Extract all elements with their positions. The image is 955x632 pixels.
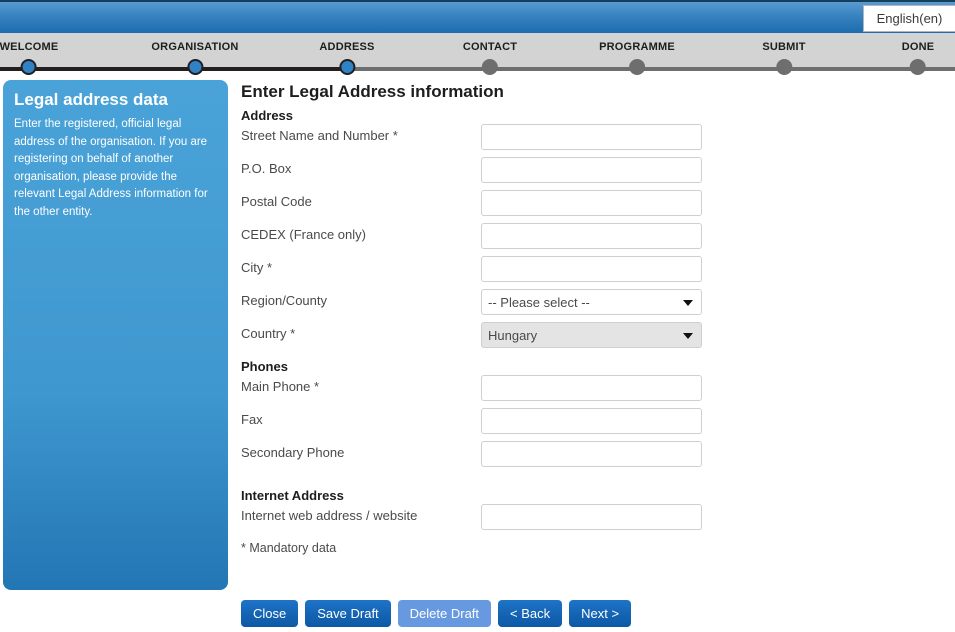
input-secondary-phone[interactable] [481, 441, 702, 467]
section-heading-address: Address [241, 108, 294, 123]
input-website[interactable] [481, 504, 702, 530]
progress-step-dot [21, 59, 37, 75]
field-row-region: Region/County -- Please select -- [241, 289, 941, 322]
progress-step-label: WELCOME [0, 41, 59, 53]
label-website: Internet web address / website [241, 508, 418, 523]
label-cedex: CEDEX (France only) [241, 227, 366, 242]
input-main-phone[interactable] [481, 375, 702, 401]
input-street[interactable] [481, 124, 702, 150]
progress-step-label: ADDRESS [319, 41, 375, 53]
progress-step-dot [481, 59, 498, 75]
input-fax[interactable] [481, 408, 702, 434]
progress-step-dot [339, 59, 355, 75]
delete-draft-button[interactable]: Delete Draft [397, 600, 492, 627]
field-row-fax: Fax [241, 408, 941, 441]
label-street: Street Name and Number * [241, 128, 398, 143]
progress-step-organisation[interactable]: ORGANISATION [151, 33, 239, 75]
field-row-country: Country * Hungary [241, 322, 941, 355]
field-row-website: Internet web address / website [241, 504, 941, 537]
next-button[interactable]: Next > [569, 600, 632, 627]
input-city[interactable] [481, 256, 702, 282]
info-panel-title: Legal address data [14, 90, 169, 109]
progress-step-dot [776, 59, 792, 75]
field-row-main-phone: Main Phone * [241, 375, 941, 408]
field-row-secondary-phone: Secondary Phone [241, 441, 941, 474]
label-secondary-phone: Secondary Phone [241, 445, 345, 460]
section-heading-internet: Internet Address [241, 488, 344, 503]
select-region-value: -- Please select -- [488, 294, 590, 310]
progress-step-submit[interactable]: SUBMIT [762, 33, 806, 75]
form-action-buttons: Close Save Draft Delete Draft < Back Nex… [241, 600, 632, 627]
progress-step-address[interactable]: ADDRESS [319, 33, 375, 75]
info-panel-description: Enter the registered, official legal add… [14, 118, 208, 218]
chevron-down-icon [683, 300, 693, 306]
legal-address-form: Enter Legal Address information Address … [241, 82, 941, 555]
save-draft-button[interactable]: Save Draft [305, 600, 391, 627]
language-selector-label: English(en) [876, 11, 943, 26]
progress-step-label: SUBMIT [762, 41, 806, 53]
progress-step-done[interactable]: DONE [901, 33, 935, 75]
progress-step-dot [186, 59, 203, 75]
label-postal-code: Postal Code [241, 194, 312, 209]
field-row-cedex: CEDEX (France only) [241, 223, 941, 256]
close-button[interactable]: Close [241, 600, 299, 627]
progress-step-label: DONE [901, 41, 935, 53]
field-row-postal-code: Postal Code [241, 190, 941, 223]
progress-step-contact[interactable]: CONTACT [462, 33, 518, 75]
section-heading-phones: Phones [241, 359, 288, 374]
field-row-city: City * [241, 256, 941, 289]
select-country-value: Hungary [488, 327, 538, 343]
input-cedex[interactable] [481, 223, 702, 249]
label-pobox: P.O. Box [241, 161, 292, 176]
input-postal-code[interactable] [481, 190, 702, 216]
progress-step-label: PROGRAMME [599, 41, 675, 53]
progress-step-label: ORGANISATION [151, 41, 239, 53]
progress-step-welcome[interactable]: WELCOME [0, 33, 59, 75]
progress-step-programme[interactable]: PROGRAMME [599, 33, 675, 75]
progress-step-dot [629, 59, 645, 75]
back-button[interactable]: < Back [498, 600, 563, 627]
info-panel: Legal address data Enter the registered,… [3, 80, 228, 590]
mandatory-data-note: * Mandatory data [241, 541, 337, 555]
label-region: Region/County [241, 293, 327, 308]
language-selector[interactable]: English(en) [863, 5, 955, 32]
progress-step-dot [910, 59, 926, 75]
label-city: City * [241, 260, 273, 275]
page-title: Enter Legal Address information [241, 82, 504, 101]
input-pobox[interactable] [481, 157, 702, 183]
label-fax: Fax [241, 412, 263, 427]
label-country: Country * [241, 326, 296, 341]
field-row-street: Street Name and Number * [241, 124, 941, 157]
chevron-down-icon [683, 333, 693, 339]
top-header-bar: English(en) [0, 0, 955, 33]
label-main-phone: Main Phone * [241, 379, 320, 394]
progress-step-label: CONTACT [462, 41, 518, 53]
select-country[interactable]: Hungary [481, 322, 702, 348]
field-row-pobox: P.O. Box [241, 157, 941, 190]
select-region[interactable]: -- Please select -- [481, 289, 702, 315]
